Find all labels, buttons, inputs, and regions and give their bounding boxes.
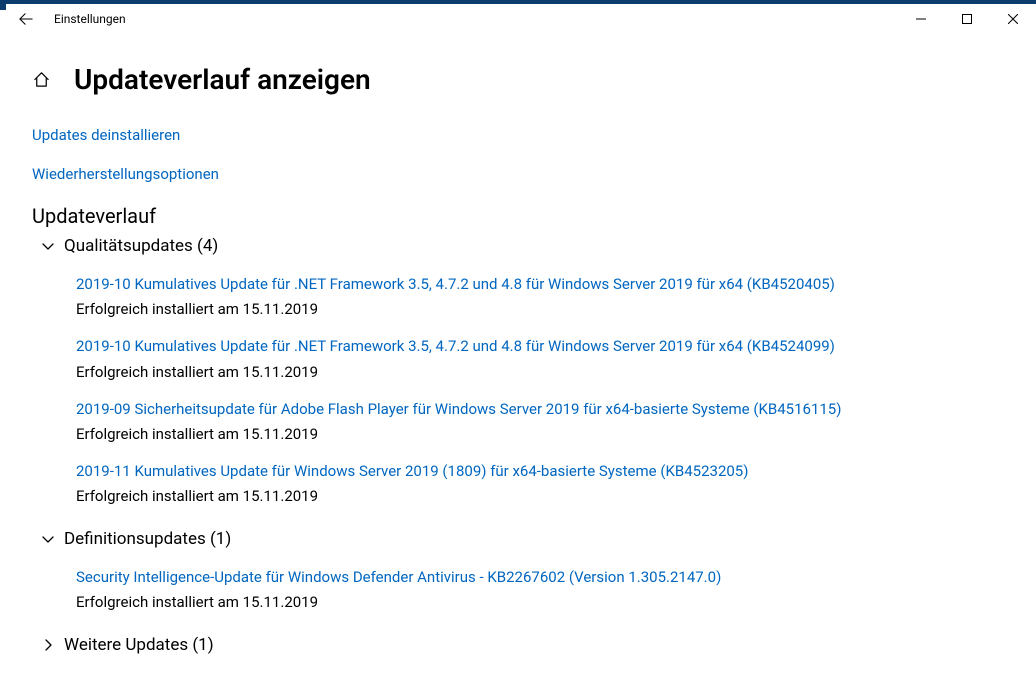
update-title-link[interactable]: 2019-09 Sicherheitsupdate für Adobe Flas… [76,399,1010,419]
left-artifact: p [0,25,6,34]
minimize-button[interactable] [898,4,944,34]
category-other-updates[interactable]: Weitere Updates (1) [40,635,1010,655]
update-item: Security Intelligence-Update für Windows… [76,567,1010,611]
page-title: Updateverlauf anzeigen [74,63,371,96]
close-icon [1008,14,1018,24]
update-list-definition: Security Intelligence-Update für Windows… [76,567,1010,611]
update-title-link[interactable]: Security Intelligence-Update für Windows… [76,567,1010,587]
back-button[interactable] [16,12,36,26]
update-list-quality: 2019-10 Kumulatives Update für .NET Fram… [76,274,1010,505]
uninstall-updates-link[interactable]: Updates deinstallieren [32,126,1010,144]
chevron-down-icon [40,533,56,545]
category-label: Qualitätsupdates (4) [64,236,218,256]
chevron-right-icon [40,639,56,651]
home-icon [32,70,51,89]
section-heading: Updateverlauf [32,204,1010,228]
update-title-link[interactable]: 2019-10 Kumulatives Update für .NET Fram… [76,336,1010,356]
back-arrow-icon [19,12,33,26]
category-label: Weitere Updates (1) [64,635,214,655]
maximize-button[interactable] [944,4,990,34]
chevron-down-icon [40,240,56,252]
home-button[interactable] [32,70,54,89]
update-item: 2019-11 Kumulatives Update für Windows S… [76,461,1010,505]
maximize-icon [962,14,972,24]
close-button[interactable] [990,4,1036,34]
update-item: 2019-10 Kumulatives Update für .NET Fram… [76,336,1010,380]
category-label: Definitionsupdates (1) [64,529,231,549]
content-area: Updateverlauf anzeigen Updates deinstall… [6,63,1036,655]
update-item: 2019-09 Sicherheitsupdate für Adobe Flas… [76,399,1010,443]
recovery-options-link[interactable]: Wiederherstellungsoptionen [32,165,1010,183]
update-title-link[interactable]: 2019-11 Kumulatives Update für Windows S… [76,461,1010,481]
app-title: Einstellungen [54,12,126,26]
update-status: Erfolgreich installiert am 15.11.2019 [76,425,1010,443]
category-definition-updates[interactable]: Definitionsupdates (1) [40,529,1010,549]
settings-window: Einstellungen Updateverlauf anzeigen Upd… [6,4,1036,678]
update-status: Erfolgreich installiert am 15.11.2019 [76,300,1010,318]
update-status: Erfolgreich installiert am 15.11.2019 [76,363,1010,381]
titlebar: Einstellungen [6,4,1036,34]
minimize-icon [916,14,926,24]
update-title-link[interactable]: 2019-10 Kumulatives Update für .NET Fram… [76,274,1010,294]
update-status: Erfolgreich installiert am 15.11.2019 [76,487,1010,505]
update-status: Erfolgreich installiert am 15.11.2019 [76,593,1010,611]
action-links: Updates deinstallieren Wiederherstellung… [32,126,1010,183]
page-heading-row: Updateverlauf anzeigen [32,63,1010,96]
category-quality-updates[interactable]: Qualitätsupdates (4) [40,236,1010,256]
update-item: 2019-10 Kumulatives Update für .NET Fram… [76,274,1010,318]
